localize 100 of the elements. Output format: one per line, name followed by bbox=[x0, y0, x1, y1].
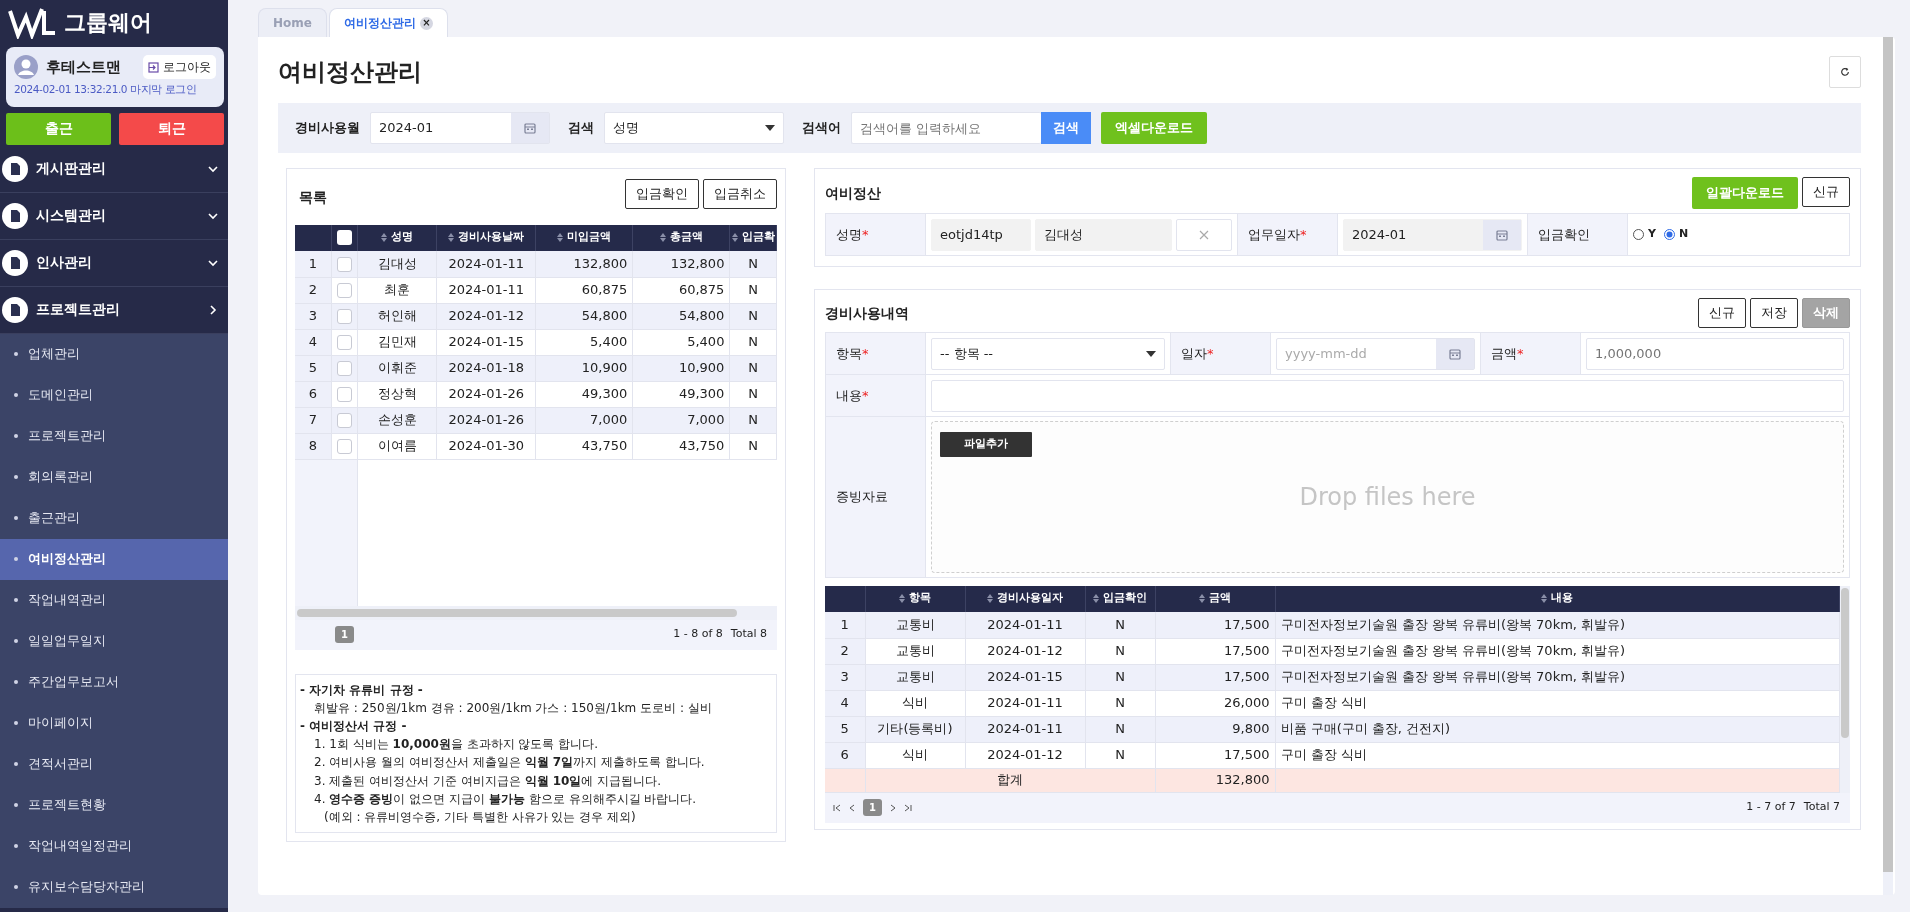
table-cell: 7,000 bbox=[535, 407, 633, 433]
row-checkbox[interactable] bbox=[337, 257, 353, 272]
table-cell: N bbox=[1085, 742, 1155, 768]
row-number: 1 bbox=[295, 251, 332, 277]
row-checkbox[interactable] bbox=[337, 361, 353, 377]
column-header[interactable]: 항목 bbox=[909, 589, 931, 607]
table-cell: 비품 구매(구미 출장, 건전지) bbox=[1275, 716, 1840, 742]
scrollbar[interactable] bbox=[1841, 588, 1849, 738]
column-header[interactable]: 미입금액 bbox=[567, 228, 612, 246]
select-all-checkbox[interactable] bbox=[337, 230, 353, 246]
sort-icon bbox=[731, 232, 738, 242]
action-button[interactable]: 입금취소 bbox=[703, 179, 777, 209]
page-summary: 1 - 7 of 7 bbox=[1746, 799, 1796, 816]
row-checkbox[interactable] bbox=[337, 335, 353, 351]
action-button[interactable]: 신규 bbox=[1698, 298, 1746, 328]
table-cell: N bbox=[1085, 664, 1155, 690]
user-name-field[interactable]: 김대성 bbox=[1035, 218, 1172, 251]
row-number: 5 bbox=[825, 716, 865, 742]
row-checkbox[interactable] bbox=[337, 413, 353, 429]
table-cell: 43,750 bbox=[632, 433, 730, 459]
sidebar-item[interactable]: 프로젝트현황 bbox=[0, 784, 228, 826]
column-header[interactable]: 내용 bbox=[1551, 589, 1574, 607]
table-cell: 허인해 bbox=[357, 303, 437, 329]
sidebar-item[interactable]: 마이페이지 bbox=[0, 702, 228, 744]
row-checkbox[interactable] bbox=[337, 439, 353, 455]
row-number: 6 bbox=[825, 742, 865, 768]
sidebar-item[interactable]: 주간업무보고서 bbox=[0, 661, 228, 703]
column-header[interactable]: 성명 bbox=[391, 228, 414, 246]
document-icon bbox=[2, 155, 28, 182]
sidebar-item[interactable]: 작업내역관리 bbox=[0, 579, 228, 621]
content-input[interactable] bbox=[931, 379, 1844, 412]
sidebar-item[interactable]: 출근관리 bbox=[0, 497, 228, 539]
sidebar-item[interactable]: 도메인관리 bbox=[0, 374, 228, 416]
chevron-left-icon[interactable] bbox=[849, 803, 855, 812]
radio-button[interactable] bbox=[1633, 229, 1644, 240]
sort-icon bbox=[899, 593, 905, 603]
search-type-dropdown[interactable]: 성명 bbox=[604, 112, 784, 144]
column-header[interactable]: 총금액 bbox=[669, 228, 703, 246]
scrollbar[interactable] bbox=[1883, 37, 1893, 872]
sidebar-item[interactable]: 일일업무일지 bbox=[0, 620, 228, 662]
clock-out-button[interactable]: 퇴근 bbox=[119, 112, 224, 145]
user-id-field[interactable]: eotjd14tp bbox=[931, 218, 1031, 251]
table-cell: 132,800 bbox=[632, 251, 730, 277]
column-header[interactable]: 경비사용일자 bbox=[997, 589, 1063, 607]
field-label: 금액* bbox=[1491, 345, 1524, 361]
first-page-icon[interactable] bbox=[833, 803, 841, 812]
action-button[interactable]: 신규 bbox=[1802, 177, 1850, 207]
add-file-button[interactable]: 파일추가 bbox=[940, 432, 1032, 457]
column-header[interactable]: 입금확 bbox=[741, 228, 775, 246]
sidebar-item[interactable]: 업체관리 bbox=[0, 333, 228, 375]
amount-input[interactable]: 1,000,000 bbox=[1586, 337, 1844, 370]
file-drop-zone[interactable]: 파일추가 Drop files here bbox=[931, 421, 1844, 573]
radio-button[interactable] bbox=[1663, 229, 1675, 240]
field-value: 2024-01 bbox=[1352, 225, 1408, 244]
tab-label: 여비정산관리 bbox=[343, 15, 416, 32]
row-checkbox[interactable] bbox=[337, 283, 353, 299]
month-field[interactable]: 2024-01 bbox=[370, 112, 550, 144]
action-button[interactable]: 저장 bbox=[1750, 298, 1798, 328]
table-cell: 구미전자정보기술원 출장 왕복 유류비(왕복 70km, 휘발유) bbox=[1275, 612, 1840, 638]
work-date-field[interactable]: 2024-01 bbox=[1343, 218, 1522, 251]
table-cell: 2024-01-12 bbox=[436, 303, 536, 329]
table-cell: 9,800 bbox=[1155, 716, 1275, 742]
logout-button[interactable]: 로그아웃 bbox=[143, 55, 216, 79]
calendar-icon bbox=[1496, 228, 1508, 241]
caret-icon bbox=[765, 125, 775, 131]
menu-label: 프로젝트관리 bbox=[36, 300, 121, 319]
sidebar-item[interactable]: 회의록관리 bbox=[0, 456, 228, 498]
notice-text: 2. 여비사용 월의 여비정산서 제출일은 익월 7일까지 제출하도록 합니다. bbox=[313, 754, 706, 772]
item-dropdown[interactable]: -- 항목 -- bbox=[931, 337, 1165, 370]
sidebar-item[interactable]: 프로젝트관리 bbox=[0, 415, 228, 457]
table-cell: 26,000 bbox=[1155, 690, 1275, 716]
table-cell: 17,500 bbox=[1155, 612, 1275, 638]
table-cell: 기타(등록비) bbox=[865, 716, 965, 742]
row-number: 3 bbox=[295, 303, 332, 329]
row-number: 6 bbox=[295, 381, 332, 407]
sidebar-item[interactable]: 유지보수담당자관리 bbox=[0, 866, 228, 908]
field-label: 검색어 bbox=[802, 119, 841, 138]
table-cell: N bbox=[1085, 716, 1155, 742]
column-header[interactable]: 입금확인 bbox=[1103, 589, 1147, 607]
sidebar-item[interactable]: 작업내역일정관리 bbox=[0, 825, 228, 867]
action-button[interactable]: 입금확인 bbox=[625, 179, 699, 209]
row-checkbox[interactable] bbox=[337, 387, 353, 403]
row-checkbox[interactable] bbox=[337, 309, 353, 325]
close-button[interactable]: × bbox=[419, 16, 433, 30]
sort-icon bbox=[448, 232, 455, 242]
table-cell: N bbox=[729, 433, 777, 459]
sidebar-item[interactable]: 여비정산관리 bbox=[0, 538, 228, 580]
tab[interactable]: 여비정산관리 × bbox=[328, 8, 448, 37]
refresh-button[interactable] bbox=[1829, 56, 1861, 88]
column-header[interactable]: 금액 bbox=[1209, 589, 1231, 607]
last-page-icon[interactable] bbox=[904, 803, 912, 812]
column-header[interactable]: 경비사용날짜 bbox=[458, 228, 525, 246]
table-cell: N bbox=[729, 329, 777, 355]
logo-drawing bbox=[8, 6, 56, 39]
sidebar-item[interactable]: 견적서관리 bbox=[0, 743, 228, 785]
chevron-right-icon[interactable] bbox=[890, 803, 896, 812]
scrollbar[interactable] bbox=[297, 608, 737, 617]
notice-text: (예외 : 유류비영수증, 기타 특별한 사유가 있는 경우 제외) bbox=[323, 809, 637, 827]
close-icon[interactable] bbox=[1199, 229, 1209, 240]
keyword-input[interactable]: 검색어를 입력하세요 bbox=[851, 112, 1041, 144]
